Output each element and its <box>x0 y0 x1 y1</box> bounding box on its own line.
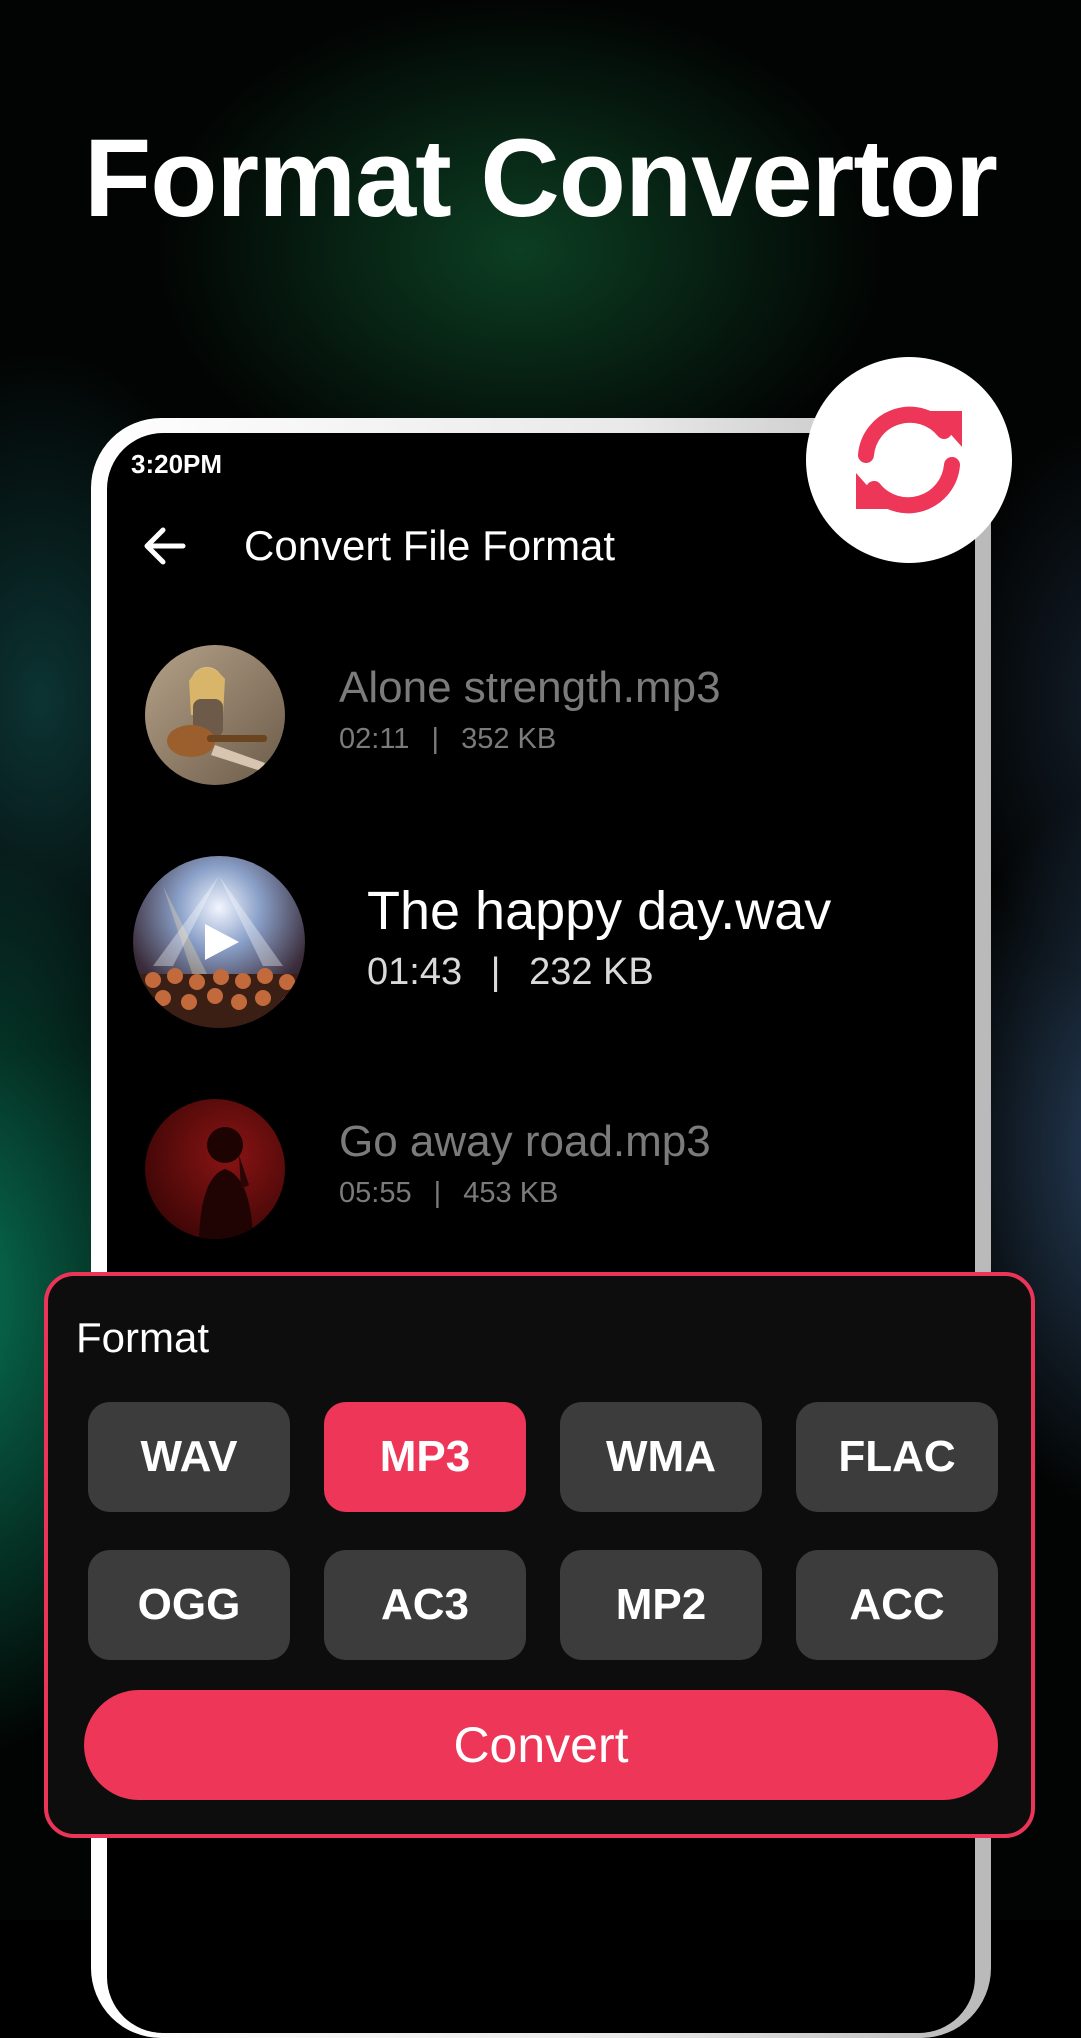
red-portrait-image <box>145 1099 285 1239</box>
format-option-ogg[interactable]: OGG <box>88 1550 290 1660</box>
track-duration: 01:43 <box>367 951 463 993</box>
promo-headline: Format Convertor <box>84 117 998 240</box>
arrow-left-icon[interactable] <box>141 523 187 569</box>
track-name-active[interactable]: The happy day.wav <box>367 880 831 942</box>
format-option-mp2[interactable]: MP2 <box>560 1550 762 1660</box>
track-name[interactable]: Go away road.mp3 <box>339 1117 711 1167</box>
format-option-ac3[interactable]: AC3 <box>324 1550 526 1660</box>
track-size: 453 KB <box>463 1177 559 1209</box>
track-duration: 02:11 <box>339 723 410 755</box>
format-option-flac[interactable]: FLAC <box>796 1402 998 1512</box>
track-size: 352 KB <box>461 723 557 755</box>
meta-separator: | <box>431 723 440 755</box>
track-meta-active: 01:43 | 232 KB <box>367 951 654 994</box>
track-duration: 05:55 <box>339 1177 412 1209</box>
format-panel-title: Format <box>76 1314 210 1361</box>
status-time: 3:20PM <box>131 449 223 479</box>
refresh-icon <box>856 406 962 514</box>
meta-separator: | <box>490 951 501 993</box>
convert-badge <box>806 357 1012 563</box>
track-size: 232 KB <box>529 951 654 993</box>
format-option-mp3[interactable]: MP3 <box>324 1402 526 1512</box>
convert-button[interactable]: Convert <box>84 1690 998 1800</box>
format-option-wav[interactable]: WAV <box>88 1402 290 1512</box>
concert-image <box>133 856 305 1028</box>
track-thumbnail[interactable] <box>145 1099 285 1239</box>
format-option-acc[interactable]: ACC <box>796 1550 998 1660</box>
track-name[interactable]: Alone strength.mp3 <box>339 663 721 713</box>
format-option-wma[interactable]: WMA <box>560 1402 762 1512</box>
track-thumbnail[interactable] <box>145 645 285 785</box>
guitar-girl-image <box>145 645 285 785</box>
track-thumbnail-active[interactable] <box>133 856 305 1028</box>
format-panel: Format WAV MP3 WMA FLAC OGG AC3 MP2 ACC … <box>44 1272 1035 1838</box>
screen-title: Convert File Format <box>244 522 616 569</box>
track-meta: 05:55 | 453 KB <box>339 1177 558 1210</box>
track-meta: 02:11 | 352 KB <box>339 723 556 756</box>
meta-separator: | <box>433 1177 442 1209</box>
